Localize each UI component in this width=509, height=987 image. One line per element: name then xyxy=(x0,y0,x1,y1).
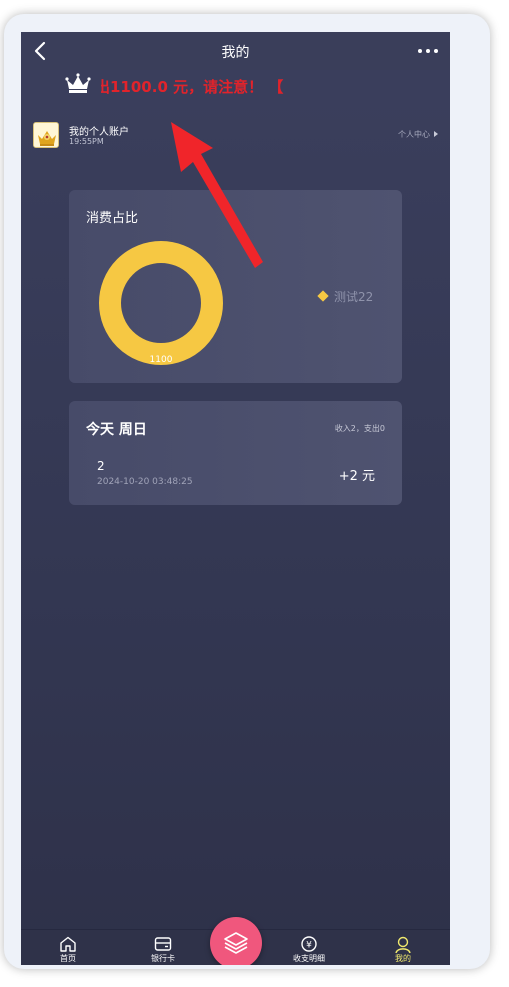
donut-chart: 1100 xyxy=(99,241,223,365)
account-time: 19:55PM xyxy=(69,137,104,146)
spending-ratio-card: 消费占比 1100 测试22 xyxy=(69,190,402,383)
notice-text: 出1100.0 元，请注意！ 【 xyxy=(101,78,284,96)
more-icon[interactable] xyxy=(416,42,440,60)
transaction-name[interactable]: 2 xyxy=(97,459,105,473)
tab-details-label: 收支明细 xyxy=(293,954,325,963)
tab-me-label: 我的 xyxy=(395,954,411,963)
account-row[interactable]: 我的个人账户 19:55PM 个人中心 xyxy=(33,122,438,152)
transaction-amount: +2 元 xyxy=(338,469,375,484)
personal-center-link[interactable]: 个人中心 xyxy=(398,129,438,140)
layers-icon xyxy=(224,932,248,954)
card-icon xyxy=(154,937,172,951)
tab-bank-card-label: 银行卡 xyxy=(151,954,175,963)
tab-me[interactable]: 我的 xyxy=(368,930,438,965)
person-icon xyxy=(395,936,411,954)
tab-home-label: 首页 xyxy=(60,954,76,963)
app-screen: 我的 出1100.0 元，请注意！ 【 我的个人账户 19:55PM 个人中心 … xyxy=(21,32,450,965)
phone-frame: 我的 出1100.0 元，请注意！ 【 我的个人账户 19:55PM 个人中心 … xyxy=(4,14,490,969)
center-action-button[interactable] xyxy=(210,917,262,965)
today-card: 今天 周日 收入2，支出0 2 2024-10-20 03:48:25 +2 元 xyxy=(69,401,402,505)
chevron-right-icon xyxy=(434,131,438,137)
crown-icon xyxy=(65,73,91,93)
diamond-icon xyxy=(317,290,329,302)
tab-details[interactable]: ¥ 收支明细 xyxy=(274,930,344,965)
card-title: 消费占比 xyxy=(86,211,139,226)
top-navbar: 我的 xyxy=(21,32,450,70)
avatar xyxy=(33,122,59,148)
donut-data-label-0: 1100 xyxy=(150,355,173,365)
legend-label: 测试22 xyxy=(334,290,374,304)
account-name: 我的个人账户 xyxy=(69,127,129,138)
yuan-icon: ¥ xyxy=(301,936,317,952)
personal-center-label: 个人中心 xyxy=(398,130,430,139)
tab-bank-card[interactable]: 银行卡 xyxy=(128,930,198,965)
svg-text:¥: ¥ xyxy=(306,941,312,951)
today-summary: 收入2，支出0 xyxy=(334,424,385,433)
notice-marquee: 出1100.0 元，请注意！ 【 xyxy=(21,70,450,106)
home-icon xyxy=(60,936,76,952)
transaction-time: 2024-10-20 03:48:25 xyxy=(97,477,193,487)
donut-slice-0[interactable] xyxy=(99,241,223,365)
tab-home[interactable]: 首页 xyxy=(33,930,103,965)
page-title: 我的 xyxy=(221,45,250,61)
crown-avatar-icon xyxy=(34,123,58,147)
today-title: 今天 周日 xyxy=(86,422,147,438)
